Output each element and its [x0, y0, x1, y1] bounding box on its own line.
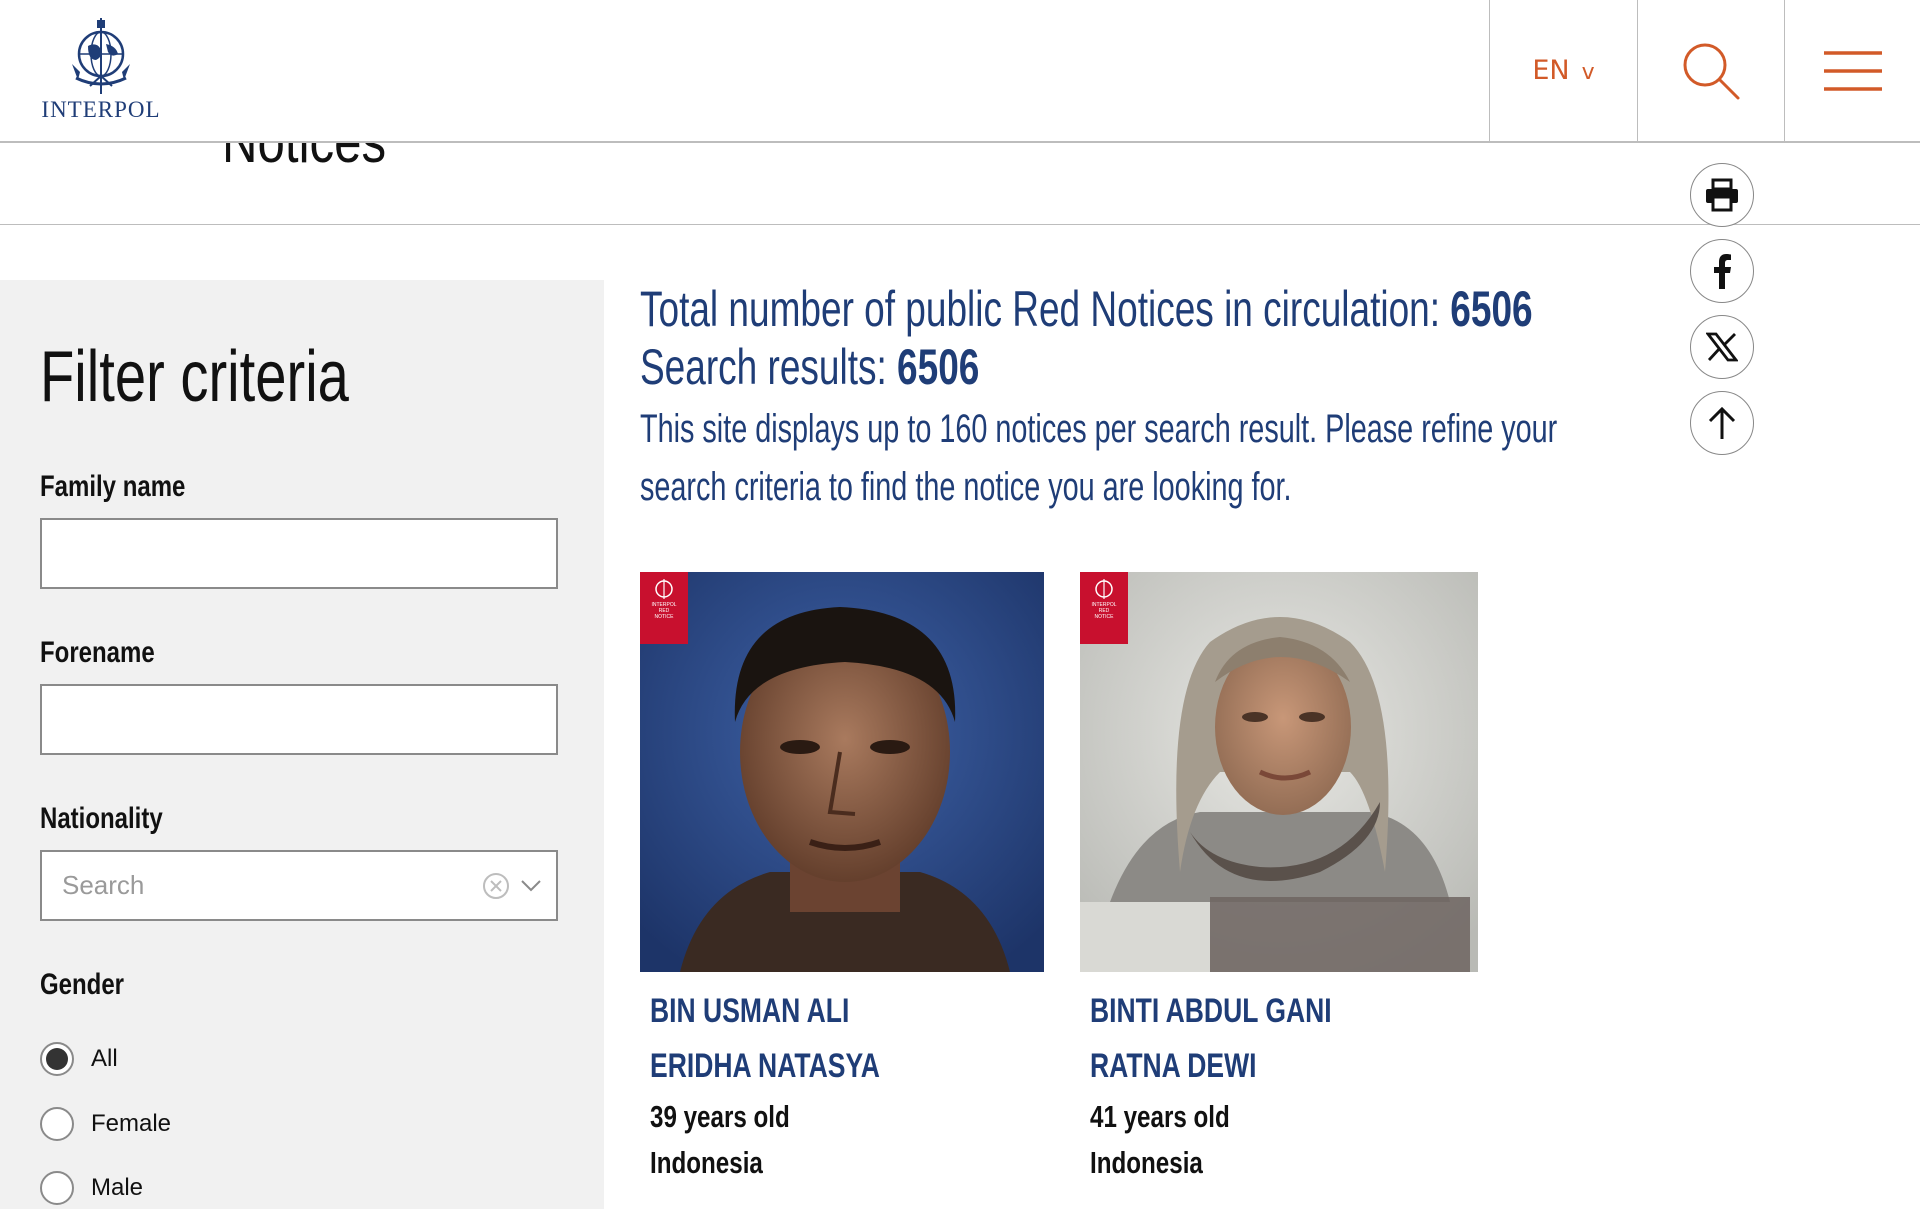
results-note: This site displays up to 160 notices per… [640, 400, 1558, 516]
gender-option-all[interactable]: All [40, 1042, 118, 1076]
logo-text: INTERPOL [41, 97, 161, 122]
notice-photo[interactable]: INTERPOL RED NOTICE [640, 572, 1044, 972]
badge-text: INTERPOL RED NOTICE [651, 602, 676, 620]
radio-button[interactable] [40, 1107, 74, 1141]
facebook-icon [1714, 254, 1731, 289]
radio-button[interactable] [40, 1042, 74, 1076]
back-to-top-button[interactable] [1690, 391, 1754, 455]
search-results-label: Search results: [640, 339, 898, 395]
badge-text-line: NOTICE [1094, 614, 1114, 620]
total-notices-count: 6506 [1450, 281, 1533, 337]
language-label: EN [1532, 55, 1570, 86]
notice-age: 39 years old [650, 1099, 790, 1134]
person-photo [1080, 572, 1478, 972]
notice-nationality: Indonesia [1090, 1145, 1203, 1180]
total-notices-label: Total number of public Red Notices in ci… [640, 281, 1451, 337]
forename-label: Forename [40, 636, 155, 669]
notice-age: 41 years old [1090, 1099, 1230, 1134]
red-notice-badge: INTERPOL RED NOTICE [1080, 572, 1128, 644]
search-results-count: 6506 [897, 339, 980, 395]
gender-label: Gender [40, 968, 125, 1001]
results-note-line: search criteria to find the notice you a… [640, 465, 1292, 509]
radio-label: Female [91, 1110, 172, 1137]
results-note-line: This site displays up to 160 notices per… [640, 407, 1558, 451]
search-results-line: Search results: 6506 [640, 338, 1395, 396]
page-title: Notices [222, 143, 386, 176]
site-header: INTERPOL EN v [0, 0, 1920, 143]
interpol-logo[interactable]: INTERPOL [40, 16, 162, 128]
interpol-emblem-icon [655, 579, 673, 599]
search-icon [1683, 43, 1740, 99]
nationality-placeholder: Search [62, 870, 145, 900]
facebook-share-button[interactable] [1690, 239, 1754, 303]
gender-option-female[interactable]: Female [40, 1107, 171, 1141]
notice-photo[interactable]: INTERPOL RED NOTICE [1080, 572, 1478, 972]
chevron-down-icon: v [1581, 60, 1595, 85]
gender-option-male[interactable]: Male [40, 1171, 143, 1205]
x-icon [1706, 332, 1738, 362]
interpol-emblem-icon [72, 18, 130, 94]
notice-family-name[interactable]: BINTI ABDUL GANI [1090, 984, 1393, 1039]
print-icon [1706, 178, 1738, 212]
notice-names: BIN USMAN ALI ERIDHA NATASYA 39 years ol… [640, 984, 1044, 1186]
language-selector[interactable]: EN v [1489, 0, 1637, 141]
notice-nationality: Indonesia [650, 1145, 763, 1180]
interpol-emblem-icon [1095, 579, 1113, 599]
forename-input[interactable] [40, 684, 558, 755]
print-button[interactable] [1690, 163, 1754, 227]
filter-sidebar: Filter criteria Family name Forename Nat… [0, 280, 604, 1209]
chevron-down-icon[interactable] [520, 879, 542, 893]
results-summary: Total number of public Red Notices in ci… [640, 280, 1660, 516]
clear-icon[interactable] [482, 872, 510, 900]
notice-family-name[interactable]: BIN USMAN ALI [650, 984, 957, 1039]
total-notices-line: Total number of public Red Notices in ci… [640, 280, 1533, 338]
x-share-button[interactable] [1690, 315, 1754, 379]
family-name-label: Family name [40, 470, 186, 503]
nationality-label: Nationality [40, 802, 163, 835]
radio-label: All [91, 1045, 118, 1072]
notice-forename[interactable]: RATNA DEWI [1090, 1039, 1393, 1094]
hamburger-menu-icon [1823, 50, 1882, 91]
search-button[interactable] [1637, 0, 1784, 141]
page-title-bar: Notices [0, 143, 1920, 225]
arrow-up-icon [1708, 406, 1736, 439]
radio-button[interactable] [40, 1171, 74, 1205]
nationality-select[interactable]: Search [40, 850, 558, 921]
page: INTERPOL EN v Notices [0, 0, 1920, 1209]
notice-forename[interactable]: ERIDHA NATASYA [650, 1039, 957, 1094]
person-photo [640, 572, 1044, 972]
notice-card[interactable]: INTERPOL RED NOTICE BINTI ABDUL GANI RAT… [1080, 572, 1478, 1186]
red-notice-badge: INTERPOL RED NOTICE [640, 572, 688, 644]
notice-card[interactable]: INTERPOL RED NOTICE BIN USMAN ALI ERIDHA… [640, 572, 1044, 1186]
badge-text: INTERPOL RED NOTICE [1091, 602, 1116, 620]
family-name-input[interactable] [40, 518, 558, 589]
radio-label: Male [91, 1174, 144, 1201]
menu-button[interactable] [1784, 0, 1920, 141]
badge-text-line: NOTICE [654, 614, 674, 620]
filter-title: Filter criteria [40, 337, 349, 417]
notice-names: BINTI ABDUL GANI RATNA DEWI 41 years old… [1080, 984, 1478, 1186]
